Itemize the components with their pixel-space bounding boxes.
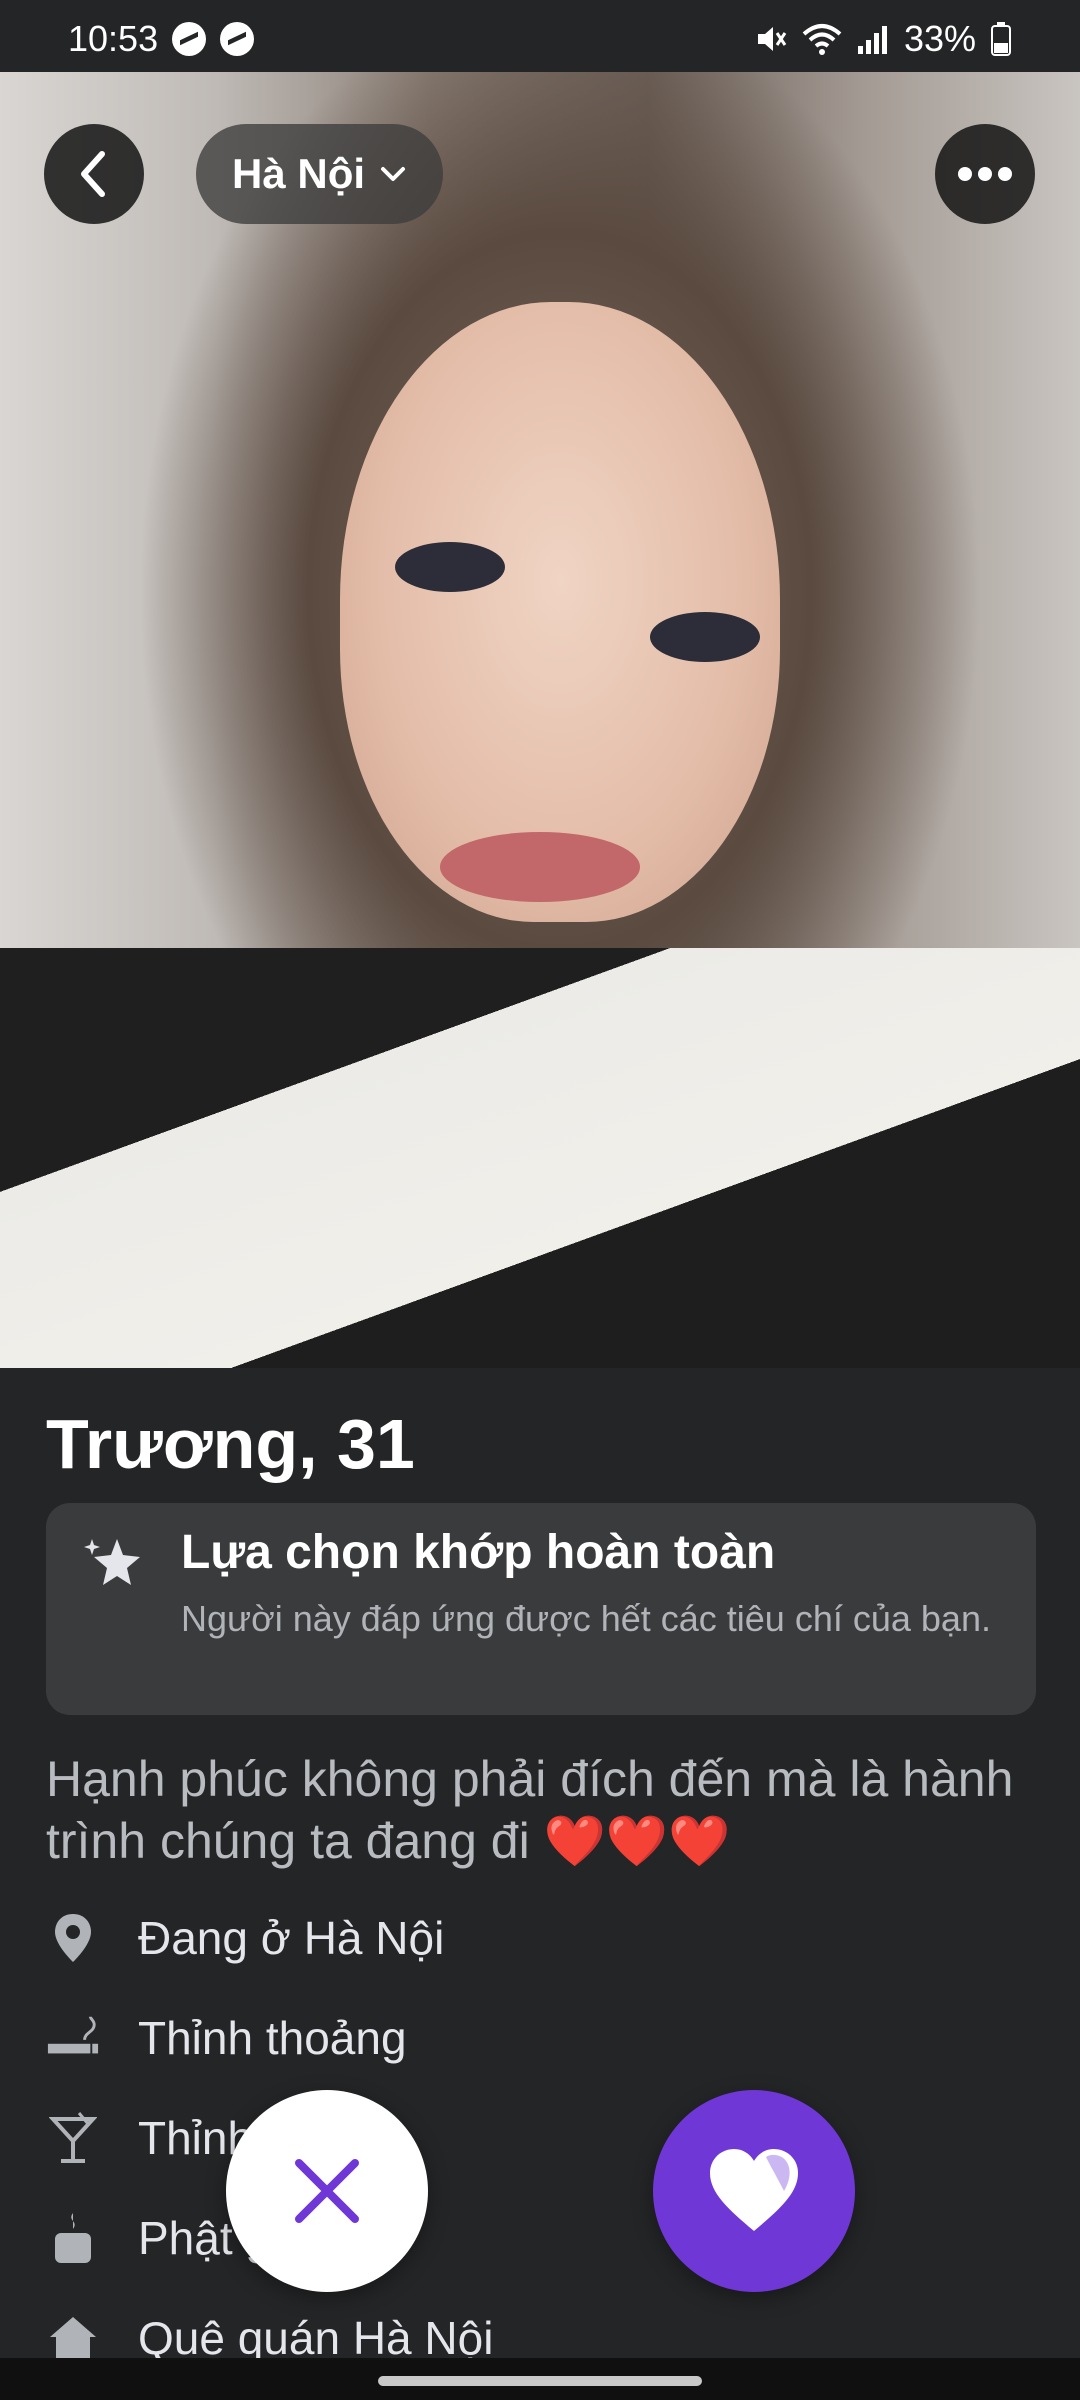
photo-lips [440, 832, 640, 902]
messenger-icon [172, 22, 207, 56]
status-right: 33% [754, 18, 1012, 60]
status-bar: 10:53 33% [0, 0, 1080, 72]
close-icon [295, 2159, 359, 2223]
heart-emojis: ❤️❤️❤️ [543, 1813, 731, 1869]
home-icon [46, 2311, 100, 2365]
location-label: Hà Nội [232, 150, 366, 197]
more-options-button[interactable] [935, 124, 1035, 224]
location-pin-icon [46, 1911, 100, 1965]
battery-percent: 33% [903, 18, 976, 59]
profile-photo[interactable] [0, 72, 1080, 1368]
mute-icon [757, 27, 787, 51]
photo-eye [395, 542, 505, 592]
location-selector[interactable]: Hà Nội [196, 124, 444, 224]
detail-text: Quê quán Hà Nội [138, 2312, 494, 2364]
sparkle-star-icon [84, 1539, 140, 1585]
perfect-match-card: Lựa chọn khớp hoàn toàn Người này đáp ứn… [46, 1503, 1036, 1715]
cocktail-icon [46, 2111, 100, 2165]
heart-icon [710, 2149, 798, 2231]
photo-collar [0, 948, 1080, 1368]
detail-text: Thỉnh thoảng [138, 2012, 407, 2064]
battery-icon [991, 22, 1011, 56]
detail-row-location: Đang ở Hà Nội [46, 1898, 444, 1978]
match-title: Lựa chọn khớp hoàn toàn [181, 1526, 776, 1579]
chevron-left-icon [81, 151, 105, 197]
wifi-icon [802, 24, 842, 55]
detail-row-smoking: Thỉnh thoảng [46, 1998, 407, 2078]
like-button[interactable] [653, 2090, 855, 2292]
status-time: 10:53 [68, 18, 159, 59]
smoking-icon [46, 2011, 100, 2065]
profile-bio: Hạnh phúc không phải đích đến mà là hành… [46, 1748, 1036, 1872]
match-description: Người này đáp ứng được hết các tiêu chí … [181, 1598, 991, 1639]
messenger-icon [220, 22, 255, 56]
chevron-down-icon [381, 167, 406, 181]
detail-text: Đang ở Hà Nội [138, 1912, 445, 1964]
signal-icon [857, 26, 887, 54]
profile-name-age: Trương, 31 [46, 1405, 415, 1483]
back-button[interactable] [44, 124, 144, 224]
pass-button[interactable] [226, 2090, 428, 2292]
photo-eye [650, 612, 760, 662]
more-horizontal-icon [958, 167, 1012, 181]
candle-icon [46, 2211, 100, 2265]
home-indicator[interactable] [378, 2376, 702, 2386]
bio-text: Hạnh phúc không phải đích đến mà là hành… [46, 1751, 1014, 1869]
status-left: 10:53 [68, 18, 255, 60]
